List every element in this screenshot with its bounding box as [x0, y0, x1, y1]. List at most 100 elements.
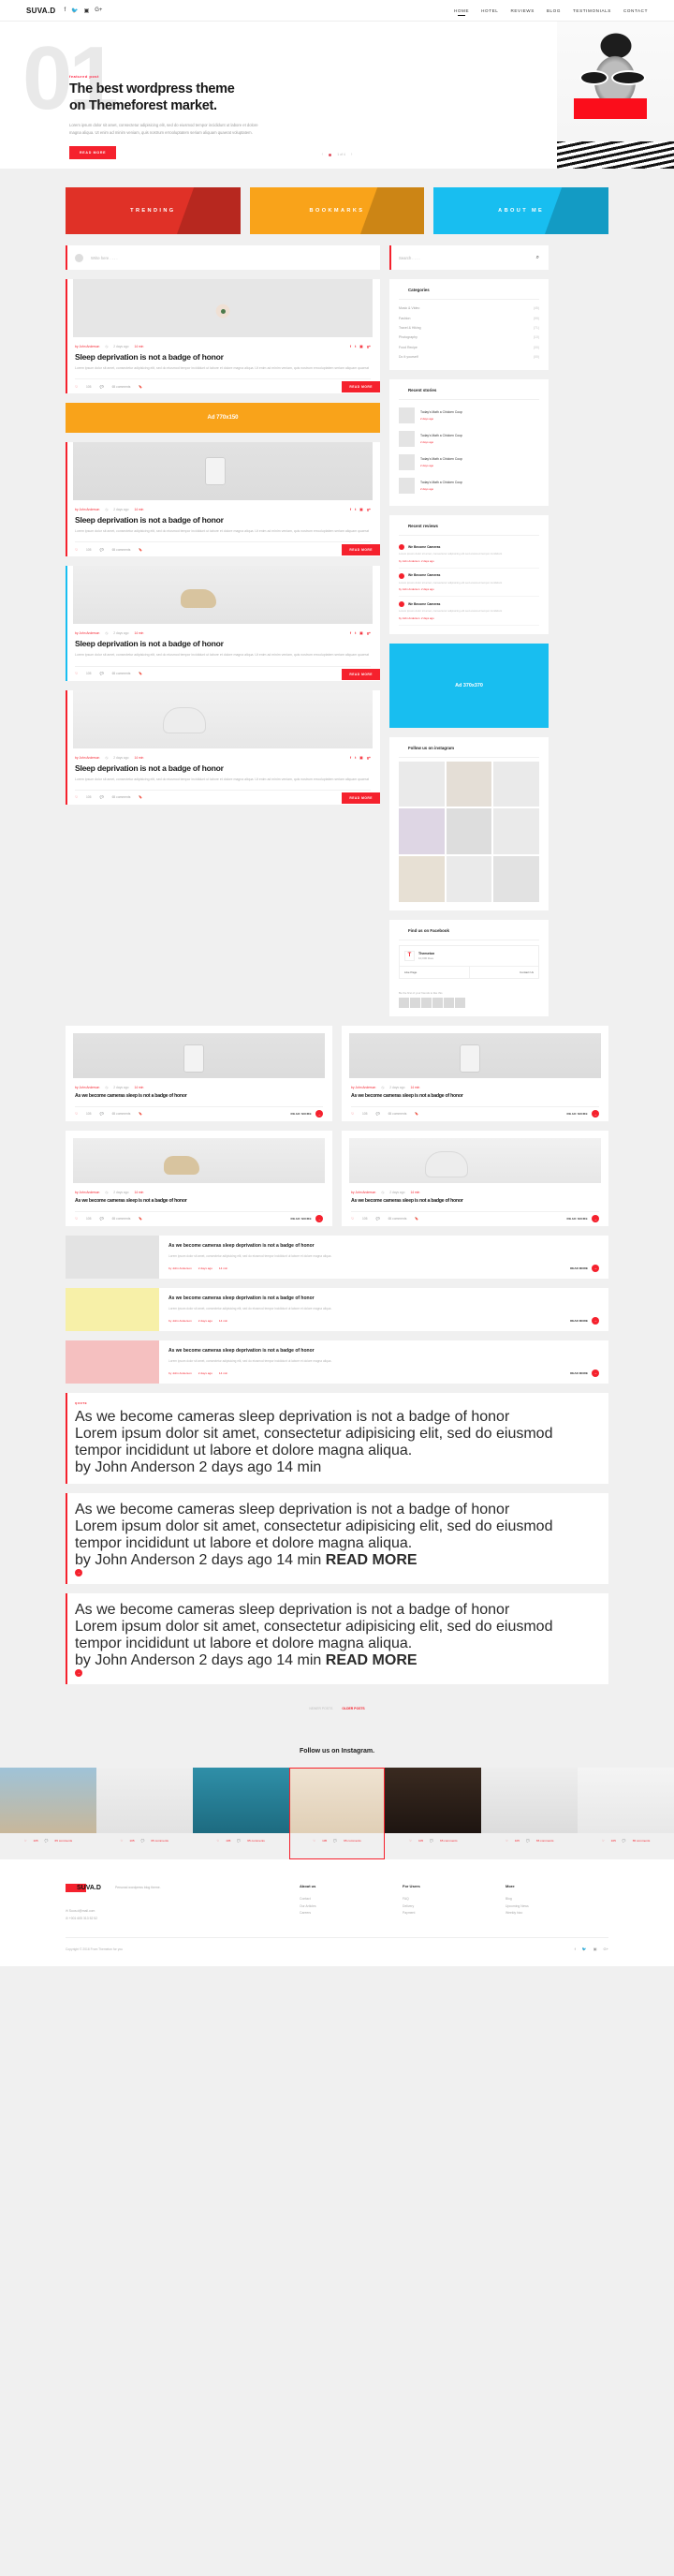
story-row[interactable]: Today's Math a Chicken Coop 2 days ago — [399, 404, 539, 427]
heart-icon[interactable]: ♡ — [409, 1839, 412, 1843]
comment-icon[interactable]: 💬 — [99, 548, 103, 552]
instagram-item[interactable]: ♡ 105 💬 65 comments — [385, 1767, 482, 1859]
post-read-more[interactable]: READ MORE → — [570, 1369, 599, 1377]
bookmark-icon[interactable]: 🔖 — [139, 385, 142, 389]
post-title[interactable]: Sleep deprivation is not a badge of hono… — [66, 511, 380, 525]
site-logo[interactable]: SUVA.D — [26, 7, 55, 15]
instagram-icon[interactable]: ▣ — [359, 756, 362, 760]
footer-link[interactable]: FAQ — [403, 1896, 506, 1903]
instagram-thumb[interactable] — [446, 761, 492, 807]
footer-link[interactable]: Blog — [506, 1896, 608, 1903]
heart-icon[interactable]: ♡ — [351, 1112, 354, 1116]
heart-icon[interactable]: ♡ — [75, 795, 78, 799]
post-title[interactable]: As we become cameras sleep is not a badg… — [66, 1194, 332, 1205]
post-title[interactable]: As we become cameras sleep deprivation i… — [168, 1295, 599, 1302]
category-row[interactable]: Travel & Hiking (71) — [399, 323, 539, 333]
twitter-icon[interactable]: t — [355, 345, 356, 348]
search-icon[interactable]: ⌕ — [536, 255, 539, 261]
post-thumbnail[interactable] — [73, 1032, 325, 1078]
google-plus-icon[interactable]: G+ — [95, 7, 102, 13]
nav-item-hotel[interactable]: HOTEL — [481, 8, 498, 13]
search-input[interactable]: Search . . . . — [399, 256, 420, 260]
instagram-thumb[interactable] — [446, 856, 492, 902]
comment-icon[interactable]: 💬 — [375, 1112, 379, 1116]
arrow-right-icon[interactable]: → — [75, 1668, 82, 1677]
twitter-icon[interactable]: 🐦 — [71, 7, 78, 14]
write-post-bar[interactable]: Write here . . . . — [66, 245, 380, 270]
post-title[interactable]: Sleep deprivation is not a badge of hono… — [66, 348, 380, 362]
post-title[interactable]: As we become cameras sleep is not a badg… — [342, 1089, 608, 1100]
heart-icon[interactable]: ♡ — [75, 1217, 78, 1221]
comment-icon[interactable]: 💬 — [99, 795, 103, 799]
comment-icon[interactable]: 💬 — [333, 1839, 337, 1843]
instagram-icon[interactable]: ▣ — [84, 7, 90, 14]
heart-icon[interactable]: ♡ — [24, 1839, 27, 1843]
post-author[interactable]: by John Anderson — [75, 631, 99, 635]
bookmark-icon[interactable]: 🔖 — [139, 672, 142, 675]
category-row[interactable]: Do It yourself (00) — [399, 352, 539, 362]
instagram-thumb[interactable] — [493, 856, 539, 902]
heart-icon[interactable]: ♡ — [351, 1217, 354, 1221]
instagram-item[interactable]: ♡ 105 💬 65 comments — [192, 1767, 289, 1859]
nav-item-reviews[interactable]: REVIEWS — [510, 8, 534, 13]
twitter-icon[interactable]: 🐦 — [582, 1947, 587, 1951]
heart-icon[interactable]: ♡ — [75, 672, 78, 675]
heart-icon[interactable]: ♡ — [75, 1112, 78, 1116]
post-thumbnail[interactable] — [66, 1235, 159, 1279]
heart-icon[interactable]: ♡ — [121, 1839, 124, 1843]
instagram-item[interactable]: ♡ 105 💬 65 comments — [95, 1767, 193, 1859]
comment-icon[interactable]: 💬 — [99, 385, 103, 389]
category-row[interactable]: Music & Video (45) — [399, 303, 539, 313]
instagram-thumb[interactable] — [399, 808, 445, 855]
comment-icon[interactable]: 💬 — [375, 1217, 379, 1221]
twitter-icon[interactable]: t — [355, 756, 356, 760]
post-read-more[interactable]: READ MORE → — [570, 1264, 599, 1272]
instagram-image[interactable] — [95, 1767, 193, 1833]
post-title[interactable]: As we become cameras sleep is not a badg… — [342, 1194, 608, 1205]
instagram-image[interactable] — [385, 1767, 482, 1833]
comment-icon[interactable]: 💬 — [141, 1839, 145, 1843]
heart-icon[interactable]: ♡ — [75, 548, 78, 552]
facebook-icon[interactable]: f — [350, 631, 351, 635]
instagram-icon[interactable]: ▣ — [359, 508, 362, 511]
nav-item-home[interactable]: HOME — [454, 8, 469, 16]
ad-banner-370x370[interactable]: Ad 370x370 — [389, 643, 549, 728]
instagram-image[interactable] — [0, 1767, 96, 1833]
instagram-icon[interactable]: ▣ — [593, 1947, 597, 1951]
comment-icon[interactable]: 💬 — [237, 1839, 241, 1843]
comment-icon[interactable]: 💬 — [623, 1839, 626, 1843]
facebook-icon[interactable]: f — [575, 1947, 576, 1951]
hero-prev-arrow[interactable]: ‹ — [322, 152, 324, 157]
post-thumbnail[interactable] — [66, 1287, 159, 1331]
heart-icon[interactable]: ♡ — [75, 385, 78, 389]
comment-icon[interactable]: 💬 — [430, 1839, 433, 1843]
post-thumbnail[interactable] — [73, 279, 373, 337]
facebook-like-button[interactable]: Like Page — [400, 967, 469, 978]
instagram-item-selected[interactable]: ♡ 105 💬 65 comments — [288, 1767, 386, 1859]
story-row[interactable]: Today's Math a Chicken Coop 2 days ago — [399, 474, 539, 497]
instagram-thumb[interactable] — [493, 808, 539, 855]
post-author[interactable]: by John Anderson — [168, 1266, 192, 1270]
post-title[interactable]: As we become cameras sleep deprivation i… — [75, 1409, 599, 1426]
arrow-right-icon[interactable]: → — [315, 1110, 323, 1118]
comment-icon[interactable]: 💬 — [99, 1112, 103, 1116]
post-read-more-button[interactable]: READ MORE — [342, 668, 380, 680]
story-row[interactable]: Today's Math a Chicken Coop 2 days ago — [399, 451, 539, 474]
post-author[interactable]: by John Anderson — [75, 1086, 99, 1089]
nav-item-contact[interactable]: CONTACT — [623, 8, 648, 13]
twitter-icon[interactable]: t — [355, 631, 356, 635]
google-plus-icon[interactable]: g+ — [367, 345, 371, 348]
post-author[interactable]: by John Anderson — [75, 1652, 195, 1668]
post-title[interactable]: As we become cameras sleep deprivation i… — [75, 1502, 599, 1518]
post-title[interactable]: As we become cameras sleep deprivation i… — [168, 1243, 599, 1250]
comment-icon[interactable]: 💬 — [99, 672, 103, 675]
instagram-thumb[interactable] — [399, 856, 445, 902]
post-read-more[interactable]: READ MORE → — [290, 1215, 323, 1223]
tile-trending[interactable]: TRENDING — [66, 187, 241, 234]
instagram-item[interactable]: ♡ 105 💬 65 comments — [578, 1767, 674, 1859]
post-thumbnail[interactable] — [66, 1340, 159, 1384]
google-plus-icon[interactable]: g+ — [367, 756, 371, 760]
post-read-more[interactable]: READ MORE → — [570, 1316, 599, 1325]
post-author[interactable]: by John Anderson — [351, 1086, 375, 1089]
arrow-right-icon[interactable]: → — [592, 1316, 599, 1325]
